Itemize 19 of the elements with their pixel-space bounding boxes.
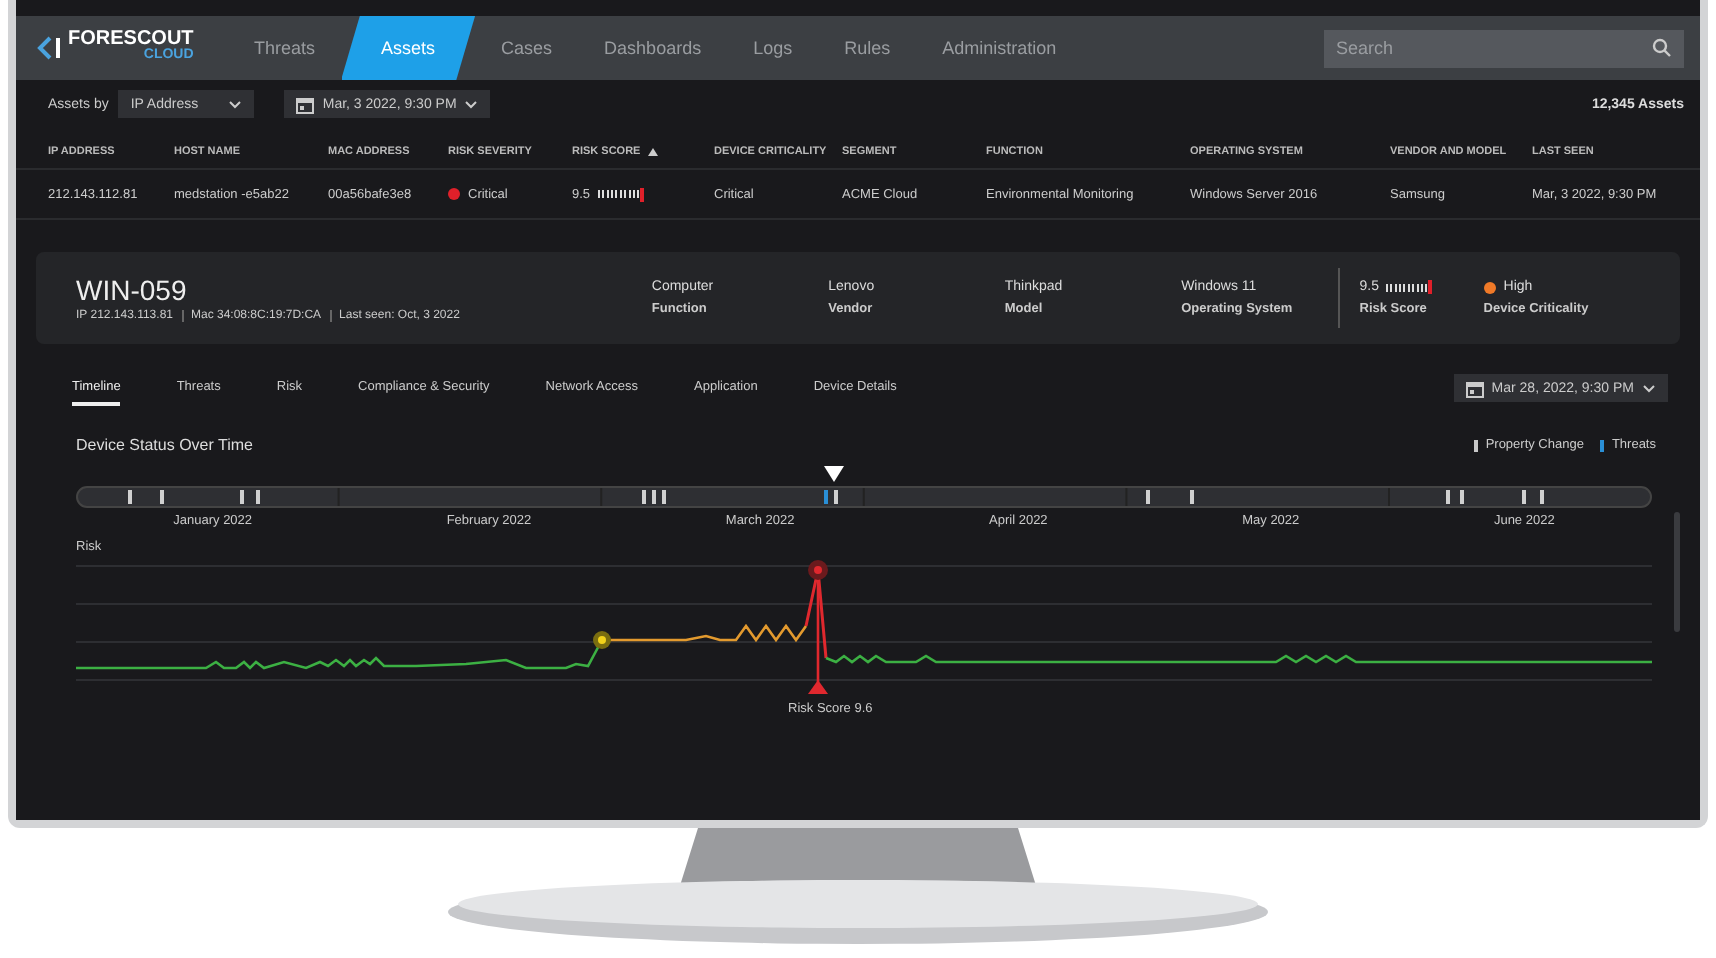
section-title: Device Status Over Time bbox=[76, 436, 253, 454]
search-icon bbox=[1652, 38, 1672, 58]
chevron-icon bbox=[1642, 383, 1656, 393]
chevron-icon bbox=[464, 99, 479, 109]
nav-tab[interactable]: Threats bbox=[228, 16, 342, 80]
nav-tab[interactable]: Cases bbox=[475, 16, 579, 80]
calendar-icon bbox=[1465, 379, 1484, 397]
nav-tab[interactable]: Administration bbox=[916, 16, 1083, 80]
nav-tab[interactable]: Rules bbox=[818, 16, 917, 80]
cursor-marker-icon[interactable] bbox=[824, 466, 844, 482]
nav-tab[interactable]: Dashboards bbox=[578, 16, 728, 80]
calendar-icon bbox=[296, 95, 315, 113]
device-name: WIN-059 bbox=[76, 274, 189, 306]
logo-icon bbox=[36, 36, 64, 60]
chevron-icon bbox=[228, 99, 243, 109]
sort-icon bbox=[648, 148, 659, 156]
nav-tab[interactable]: Logs bbox=[727, 16, 819, 80]
search-field[interactable]: Search bbox=[1324, 29, 1684, 67]
logo-wordmark: FORESCOUT bbox=[68, 32, 194, 48]
